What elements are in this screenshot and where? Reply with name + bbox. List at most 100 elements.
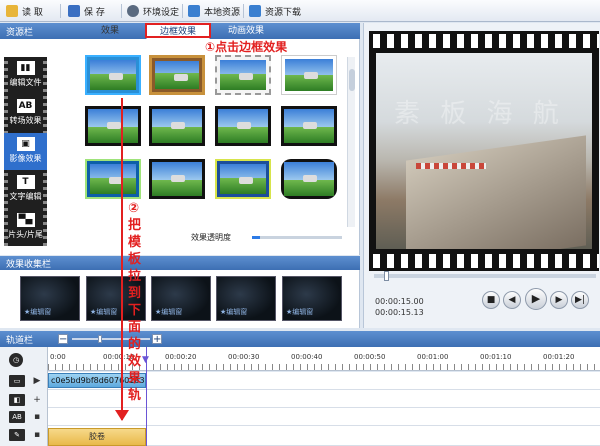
zoom-in-button[interactable]: + <box>152 334 162 345</box>
collection-slot[interactable]: ★编辑窗 <box>282 276 342 321</box>
lock-icon[interactable]: ▪ <box>32 412 42 422</box>
collection-slot[interactable]: ★编辑窗 <box>151 276 211 321</box>
frame-template-7[interactable] <box>215 106 271 146</box>
open-button[interactable]: 读 取 <box>6 3 43 19</box>
stop-button[interactable]: ■ <box>482 291 500 309</box>
timeline-title: 轨道栏 <box>6 336 34 346</box>
next-frame-button[interactable]: ▶ <box>550 291 568 309</box>
frame-template-6[interactable] <box>149 106 205 146</box>
lock-icon[interactable]: ▪ <box>32 430 42 440</box>
tick-label: 00:01:10 <box>480 353 512 361</box>
film-perforation-top <box>369 34 599 48</box>
collection-slot-label: ★编辑窗 <box>24 308 52 316</box>
save-label: 保 存 <box>84 7 105 18</box>
frame-template-9[interactable] <box>85 159 141 199</box>
upload-icon <box>188 5 200 17</box>
open-label: 读 取 <box>22 7 43 18</box>
transition-icon: AB <box>16 99 35 113</box>
tab-animation-effects[interactable]: 动画效果 <box>214 24 278 39</box>
local-resource-button[interactable]: 本地资源 <box>188 3 240 19</box>
opacity-label: 效果透明度 <box>191 233 231 242</box>
side-item-transition[interactable]: AB 转场效果 <box>4 95 47 132</box>
transition-track[interactable] <box>48 408 600 426</box>
annotation-arrow-head <box>115 410 129 421</box>
local-resource-label: 本地资源 <box>204 7 241 18</box>
frame-template-11[interactable] <box>215 159 271 199</box>
tick-label: 00:00:20 <box>165 353 197 361</box>
collection-slot[interactable]: ★编辑窗 <box>216 276 276 321</box>
save-icon <box>68 5 80 17</box>
frame-template-2[interactable] <box>149 55 205 95</box>
tick-label: 00:01:20 <box>543 353 575 361</box>
frame-template-8[interactable] <box>281 106 337 146</box>
annotation-highlight-box <box>145 23 211 38</box>
main-toolbar: 读 取 保 存 环境设定 本地资源 资源下载 <box>0 0 600 22</box>
frame-template-12[interactable] <box>281 159 337 199</box>
collection-slot[interactable]: ★编辑窗 <box>20 276 80 321</box>
frame-template-3[interactable] <box>215 55 271 95</box>
tick-label: 00:00:50 <box>354 353 386 361</box>
text-icon: T <box>16 175 35 189</box>
collection-slot-label: ★编辑窗 <box>90 308 118 316</box>
scene-rock <box>406 135 586 249</box>
side-item-label: 编辑文件 <box>9 78 42 87</box>
film-icon: ▮▮ <box>16 61 35 75</box>
effect-track-icon: ✎ <box>9 429 25 441</box>
toolbar-divider <box>60 4 61 18</box>
zoom-slider-handle[interactable] <box>98 335 102 343</box>
preview-watermark: 素 板 海 航 <box>394 99 565 129</box>
frame-template-10[interactable] <box>149 159 205 199</box>
seek-handle[interactable] <box>384 271 389 281</box>
resource-download-button[interactable]: 资源下载 <box>249 3 301 19</box>
side-item-image-effect[interactable]: ▣ 影像效果 <box>4 133 47 170</box>
preview-seek-bar[interactable] <box>374 271 596 281</box>
toolbar-divider <box>243 4 244 18</box>
tick-label: 0:00 <box>50 353 66 361</box>
annotation-arrow-line <box>121 98 123 420</box>
side-item-label: 影像效果 <box>9 154 42 163</box>
collection-slot-label: ★编辑窗 <box>286 308 314 316</box>
tick-label: 00:01:00 <box>417 353 449 361</box>
side-item-label: 转场效果 <box>9 116 42 125</box>
previous-frame-button[interactable]: ◀ <box>503 291 521 309</box>
collection-panel-title: 效果收集栏 <box>6 260 52 270</box>
download-icon <box>249 5 261 17</box>
scrollbar-thumb[interactable] <box>349 69 355 91</box>
film-effect-clip[interactable]: 胶卷 <box>48 428 146 446</box>
thumbnail-scrollbar[interactable] <box>347 57 355 227</box>
preview-screen: 素 板 海 航 <box>369 31 599 271</box>
resource-download-label: 资源下载 <box>265 7 302 18</box>
frame-template-1[interactable] <box>85 55 141 95</box>
clock-icon: ◷ <box>9 353 23 367</box>
zoom-out-button[interactable]: − <box>58 334 68 345</box>
side-item-label: 片头/片尾 <box>8 230 43 239</box>
tab-effects[interactable]: 效果 <box>80 24 140 39</box>
collection-slot-label: ★编辑窗 <box>155 308 183 316</box>
timeline-header: 轨道栏 − + <box>0 331 600 347</box>
total-duration: 00:00:15.00 <box>375 297 424 306</box>
side-item-title-credits[interactable]: ▀▄ 片头/片尾 <box>4 209 47 246</box>
transition-track-icon: AB <box>9 411 25 423</box>
side-item-edit-file[interactable]: ▮▮ 编辑文件 <box>4 57 47 94</box>
scene-houses <box>416 163 486 169</box>
end-button[interactable]: ▶| <box>571 291 589 309</box>
image-effect-icon: ▣ <box>16 137 35 151</box>
gear-icon <box>127 5 139 17</box>
open-folder-icon <box>6 5 18 17</box>
add-track-icon[interactable]: + <box>32 395 42 405</box>
video-track-icon: ▭ <box>9 375 25 387</box>
audio-track-icon: ◧ <box>9 394 25 406</box>
side-item-text-edit[interactable]: T 文字编辑 <box>4 171 47 208</box>
frame-template-4[interactable] <box>281 55 337 95</box>
side-menu: ▮▮ 编辑文件 AB 转场效果 ▣ 影像效果 T 文字编辑 ▀▄ 片头/片尾 <box>4 57 47 246</box>
save-button[interactable]: 保 存 <box>68 3 105 19</box>
frame-template-5[interactable] <box>85 106 141 146</box>
collection-slot-label: ★编辑窗 <box>220 308 248 316</box>
toolbar-divider <box>121 4 122 18</box>
track-play-icon[interactable]: ▶ <box>32 376 42 386</box>
film-perforation-bottom <box>369 254 599 268</box>
play-button[interactable]: ▶ <box>525 288 547 310</box>
opacity-slider[interactable] <box>252 236 342 239</box>
settings-button[interactable]: 环境设定 <box>127 3 179 19</box>
opacity-slider-fill <box>252 236 260 239</box>
